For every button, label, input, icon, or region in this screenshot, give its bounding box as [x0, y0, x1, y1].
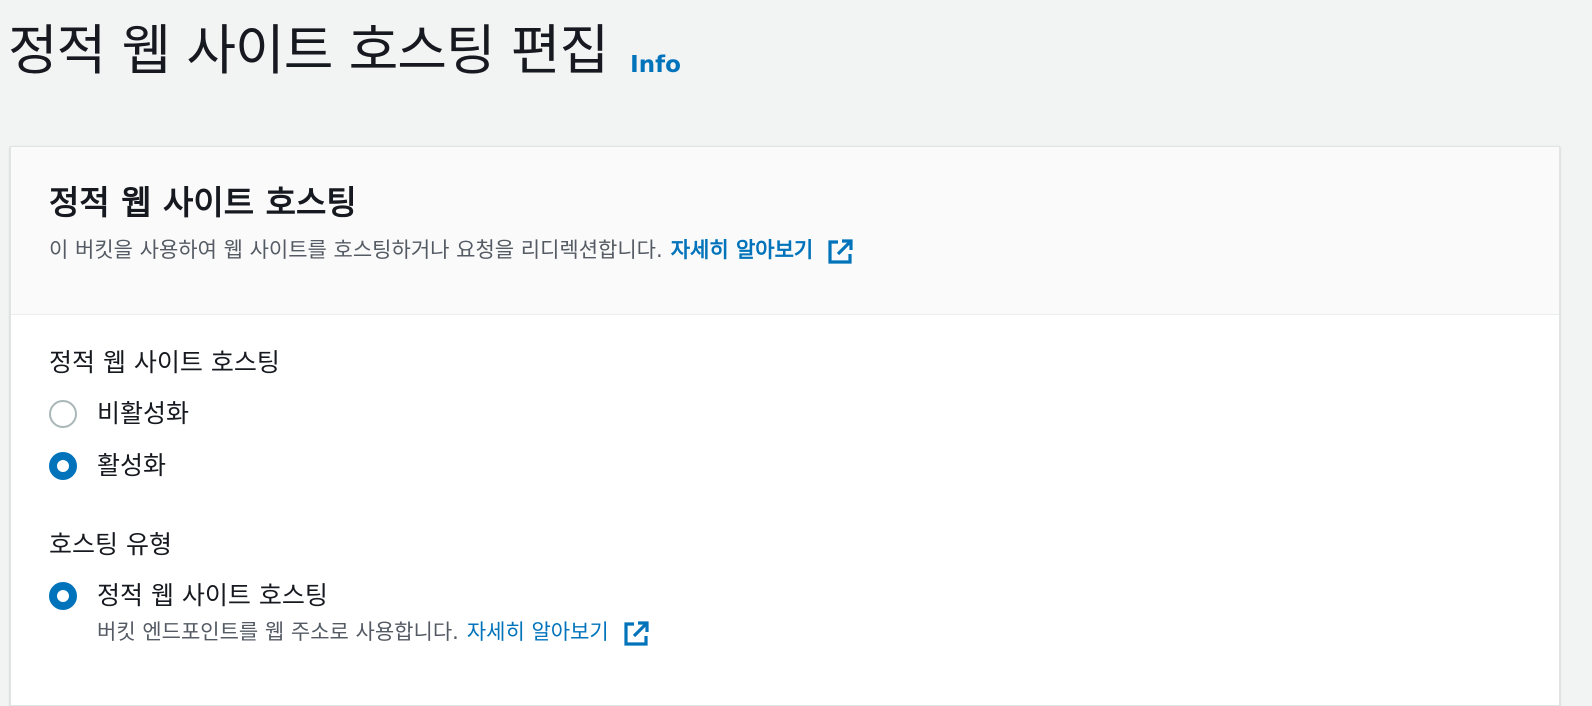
hosting-toggle-group: 정적 웹 사이트 호스팅 비활성화 활성화: [49, 345, 1521, 485]
panel-body: 정적 웹 사이트 호스팅 비활성화 활성화 호스팅 유형 정적 웹 사이트 호스…: [11, 315, 1559, 649]
learn-more-link[interactable]: 자세히 알아보기: [671, 234, 814, 266]
external-link-icon[interactable]: [825, 237, 855, 267]
radio-enable-button[interactable]: [49, 452, 77, 480]
static-hosting-panel: 정적 웹 사이트 호스팅 이 버킷을 사용하여 웹 사이트를 호스팅하거나 요청…: [10, 146, 1560, 706]
panel-description: 이 버킷을 사용하여 웹 사이트를 호스팅하거나 요청을 리디렉션합니다. 자세…: [49, 233, 1521, 267]
info-link[interactable]: Info: [630, 52, 681, 78]
radio-static-hosting-button[interactable]: [49, 582, 77, 610]
page-header: 정적 웹 사이트 호스팅 편집 Info: [8, 18, 681, 84]
radio-enable-label: 활성화: [97, 451, 167, 480]
radio-disable-label: 비활성화: [97, 399, 190, 428]
radio-static-hosting[interactable]: 정적 웹 사이트 호스팅 버킷 엔드포인트를 웹 주소로 사용합니다. 자세히 …: [49, 577, 1521, 649]
panel-description-text: 이 버킷을 사용하여 웹 사이트를 호스팅하거나 요청을 리디렉션합니다.: [49, 238, 663, 262]
panel-title: 정적 웹 사이트 호스팅: [49, 183, 357, 222]
radio-static-hosting-description-text: 버킷 엔드포인트를 웹 주소로 사용합니다.: [97, 620, 459, 644]
external-link-icon[interactable]: [621, 619, 651, 649]
hosting-type-group: 호스팅 유형 정적 웹 사이트 호스팅 버킷 엔드포인트를 웹 주소로 사용합니…: [49, 527, 1521, 649]
page-title: 정적 웹 사이트 호스팅 편집: [8, 19, 609, 82]
radio-static-hosting-description: 버킷 엔드포인트를 웹 주소로 사용합니다. 자세히 알아보기: [97, 615, 651, 649]
radio-disable[interactable]: 비활성화: [49, 395, 1521, 433]
panel-header: 정적 웹 사이트 호스팅 이 버킷을 사용하여 웹 사이트를 호스팅하거나 요청…: [11, 147, 1559, 315]
hosting-type-label: 호스팅 유형: [49, 530, 172, 559]
hosting-toggle-label: 정적 웹 사이트 호스팅: [49, 348, 280, 377]
radio-enable[interactable]: 활성화: [49, 447, 1521, 485]
radio-static-hosting-label: 정적 웹 사이트 호스팅: [97, 581, 328, 610]
endpoint-learn-more-link[interactable]: 자세히 알아보기: [467, 616, 609, 648]
radio-disable-button[interactable]: [49, 400, 77, 428]
